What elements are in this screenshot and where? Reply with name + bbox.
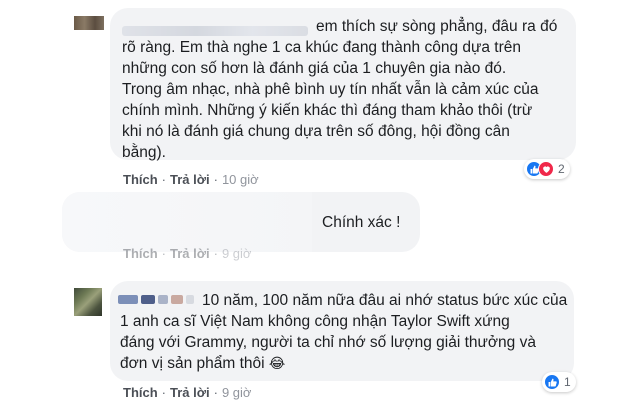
- comment-text-line: 1 anh ca sĩ Việt Nam không công nhận Tay…: [120, 313, 510, 330]
- like-link[interactable]: Thích: [123, 172, 158, 187]
- reaction-summary[interactable]: 1: [542, 372, 576, 392]
- comment-text-line: bằng).: [122, 144, 166, 161]
- comment-text-line: 10 năm, 100 năm nữa đâu ai nhớ status bứ…: [202, 292, 568, 309]
- comment-timestamp[interactable]: 9 giờ: [222, 385, 252, 400]
- comment-text-line: chính mình. Những ý kiến khác thì đáng t…: [122, 102, 533, 119]
- comment-timestamp[interactable]: 9 giờ: [222, 246, 252, 261]
- comment-bubble: Chính xác !: [62, 192, 420, 252]
- separator-dot: ·: [161, 172, 167, 187]
- comment-text-line: rõ ràng. Em thà nghe 1 ca khúc đang thàn…: [122, 39, 522, 56]
- comment-actions: Thích · Trả lời · 10 giờ: [123, 172, 259, 187]
- comment-author-name[interactable]: [62, 192, 312, 252]
- comment-text-line: những con số hơn là đánh giá của 1 chuyê…: [122, 60, 507, 77]
- avatar[interactable]: [74, 16, 104, 30]
- like-icon: [544, 374, 560, 390]
- comment-text-line: khi nó là đánh giá chung dựa trên số đôn…: [122, 123, 510, 140]
- like-link[interactable]: Thích: [123, 385, 158, 400]
- separator-dot: ·: [161, 246, 167, 261]
- heart-icon: [538, 161, 554, 177]
- reaction-summary[interactable]: 2: [524, 159, 570, 179]
- reaction-count: 2: [558, 162, 565, 176]
- comment-text-line: em thích sự sòng phẳng, đâu ra đó: [316, 18, 558, 35]
- comment-text-line: Trong âm nhạc, nhà phê bình uy tín nhất …: [122, 81, 539, 98]
- reply-link[interactable]: Trả lời: [170, 172, 210, 187]
- separator-dot: ·: [213, 172, 218, 187]
- comment-author-name[interactable]: [122, 20, 308, 36]
- comment-actions: Thích · Trả lời · 9 giờ: [123, 385, 251, 400]
- separator-dot: ·: [213, 246, 218, 261]
- comment-text-line: đơn vị sản phẩm thôi: [120, 355, 265, 372]
- comment-bubble: em thích sự sòng phẳng, đâu ra đó rõ ràn…: [110, 8, 576, 161]
- separator-dot: ·: [213, 385, 218, 400]
- avatar[interactable]: [74, 288, 102, 316]
- comment-timestamp[interactable]: 10 giờ: [222, 172, 259, 187]
- comment-actions: Thích · Trả lời · 9 giờ: [123, 246, 251, 261]
- like-link[interactable]: Thích: [123, 246, 158, 261]
- comment-text-line: đáng với Grammy, người ta chỉ nhớ số lượ…: [120, 334, 536, 351]
- comment-bubble: 10 năm, 100 năm nữa đâu ai nhớ status bứ…: [110, 281, 574, 381]
- reply-link[interactable]: Trả lời: [170, 246, 210, 261]
- reaction-count: 1: [564, 375, 571, 389]
- laughing-emoji-icon: 😂: [268, 355, 286, 371]
- reply-link[interactable]: Trả lời: [170, 385, 210, 400]
- separator-dot: ·: [161, 385, 167, 400]
- comment-text: Chính xác !: [322, 214, 401, 231]
- comment-author-name[interactable]: [118, 292, 194, 306]
